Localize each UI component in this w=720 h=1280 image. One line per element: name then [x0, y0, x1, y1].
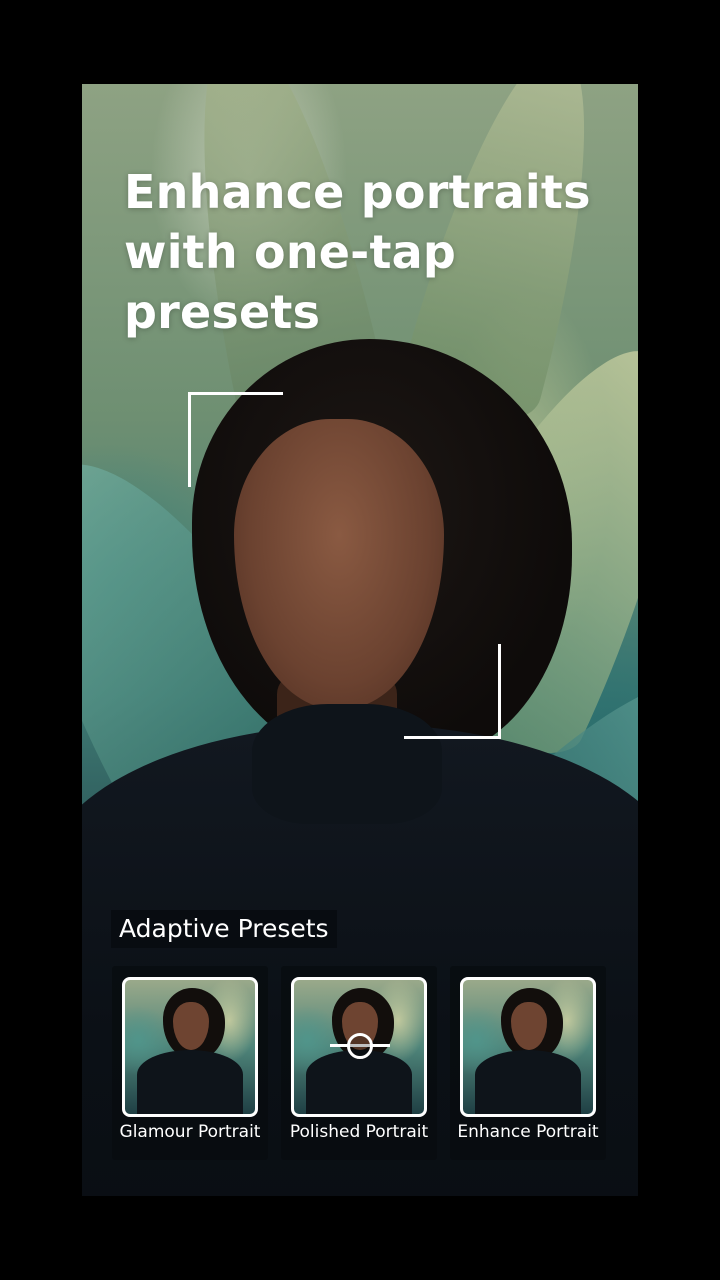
headline: Enhance portraits with one-tap presets: [124, 162, 644, 342]
face-detection-corner-bottom-right: [404, 644, 501, 739]
preset-thumbnail: [291, 977, 427, 1117]
preset-card-polished-portrait[interactable]: Polished Portrait: [281, 966, 437, 1160]
preset-thumbnail: [460, 977, 596, 1117]
app-screenshot: Enhance portraits with one-tap presets A…: [0, 0, 720, 1280]
preset-thumbnail: [122, 977, 258, 1117]
amount-slider-knob[interactable]: [347, 1033, 373, 1059]
thumbnail-body: [137, 1050, 243, 1114]
thumbnail-body: [475, 1050, 581, 1114]
headline-line-2: with one-tap presets: [124, 225, 457, 339]
face-detection-corner-top-left: [188, 392, 283, 487]
preset-card-glamour-portrait[interactable]: Glamour Portrait: [112, 966, 268, 1160]
thumbnail-body: [306, 1050, 412, 1114]
presets-title: Adaptive Presets: [111, 910, 337, 948]
preset-label: Polished Portrait: [289, 1122, 429, 1142]
preset-label: Enhance Portrait: [457, 1122, 599, 1142]
preset-label: Glamour Portrait: [119, 1122, 261, 1142]
preset-card-enhance-portrait[interactable]: Enhance Portrait: [450, 966, 606, 1160]
headline-line-1: Enhance portraits: [124, 165, 591, 219]
